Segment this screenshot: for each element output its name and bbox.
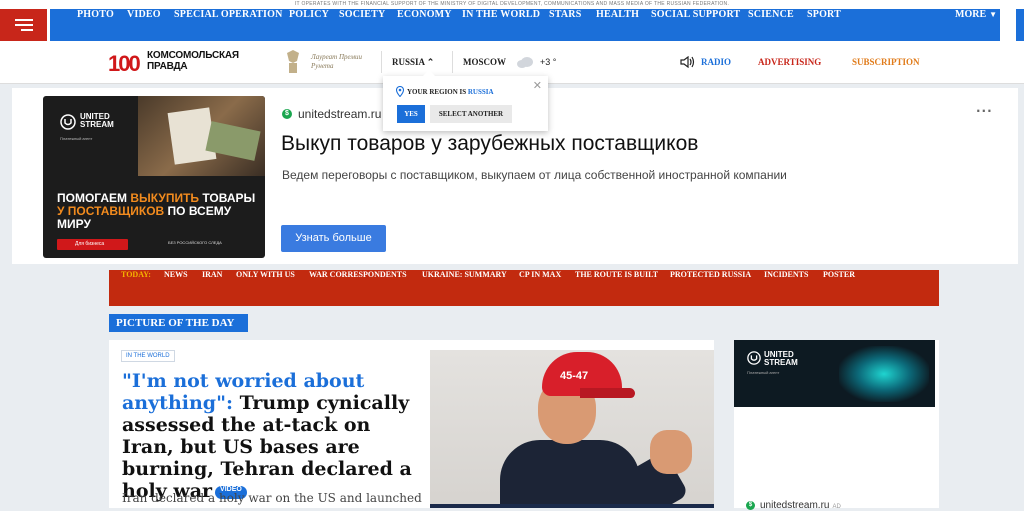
menu-icon[interactable] xyxy=(0,9,47,41)
article-headline[interactable]: "I'm not worried about anything": Trump … xyxy=(122,370,417,502)
nav-more-label: MORE xyxy=(955,9,987,20)
side-ad-glow xyxy=(839,346,929,402)
side-ad[interactable]: UNITED STREAM Платежный агент $ unitedst… xyxy=(734,340,939,511)
ad-domain-icon: $ xyxy=(282,109,292,119)
nav-item-health[interactable]: HEALTH xyxy=(596,9,639,41)
today-item-news[interactable]: NEWS xyxy=(164,270,188,306)
united-stream-logo-icon xyxy=(747,351,761,365)
today-item-cp-in-max[interactable]: CP IN MAX xyxy=(519,270,561,306)
nav-edge xyxy=(1016,9,1024,41)
subscription-link[interactable]: SUBSCRIPTION xyxy=(852,57,920,67)
photo-bottom-bar xyxy=(430,504,714,508)
region-popup: ✕ YOUR REGION IS RUSSIA YES SELECT ANOTH… xyxy=(383,70,548,131)
nav-more[interactable]: MORE ▼ xyxy=(955,9,997,41)
ad-creative-note: БЕЗ РОССИЙСКОГО СЛЕДА xyxy=(168,240,222,245)
side-ad-brand: UNITED STREAM xyxy=(764,350,798,367)
location-pin-icon xyxy=(396,86,404,97)
article-photo[interactable]: 45-47 xyxy=(430,350,714,508)
award-icon xyxy=(287,50,299,73)
ad-brand-sub: Платежный агент xyxy=(60,136,93,141)
ad-headline-highlight: У ПОСТАВЩИКОВ xyxy=(57,204,165,218)
nav-item-sport[interactable]: SPORT xyxy=(807,9,841,41)
nav-item-special-operation[interactable]: SPECIAL OPERATION xyxy=(174,9,283,41)
photo-coat xyxy=(500,440,640,508)
ad-domain[interactable]: unitedstream.ru xyxy=(298,107,381,121)
region-label: RUSSIA xyxy=(392,57,425,67)
side-ad-domain-icon: $ xyxy=(746,501,755,510)
ad-description: Ведем переговоры с поставщиком, выкупаем… xyxy=(282,168,787,182)
side-ad-creative[interactable]: UNITED STREAM Платежный агент xyxy=(734,340,935,407)
region-prompt: YOUR REGION IS RUSSIA xyxy=(407,88,494,96)
nav-item-in-the-world[interactable]: IN THE WORLD xyxy=(462,9,540,41)
ad-headline-highlight: ВЫКУПИТЬ xyxy=(130,191,200,205)
divider xyxy=(452,51,453,73)
close-icon[interactable]: ✕ xyxy=(533,79,542,92)
divider xyxy=(381,51,382,73)
united-stream-logo-icon xyxy=(60,114,76,130)
advertising-link[interactable]: ADVERTISING xyxy=(758,57,821,67)
yes-button[interactable]: YES xyxy=(397,105,425,123)
laureate-text: Лауреат Премии Рунета xyxy=(311,53,362,70)
photo-cap-bill xyxy=(580,388,635,398)
select-another-button[interactable]: SELECT ANOTHER xyxy=(430,105,512,123)
ad-headline-part: ПОМОГАЕМ xyxy=(57,191,131,205)
popup-pointer xyxy=(423,70,435,76)
region-prompt-prefix: YOUR REGION IS xyxy=(407,88,467,96)
temperature: +3 ° xyxy=(540,57,557,67)
nav-item-stars[interactable]: STARS xyxy=(549,9,582,41)
featured-article[interactable]: IN THE WORLD "I'm not worried about anyt… xyxy=(109,340,714,508)
chevron-down-icon: ▼ xyxy=(989,10,998,19)
today-item-poster[interactable]: POSTER xyxy=(823,270,855,306)
nav-item-society[interactable]: SOCIETY xyxy=(339,9,385,41)
region-prompt-value: RUSSIA xyxy=(467,88,494,96)
photo-fist xyxy=(650,430,692,474)
cloud-icon xyxy=(517,57,533,68)
today-bar: TODAY: NEWS IRAN ONLY WITH US WAR CORRES… xyxy=(109,270,939,306)
side-ad-domain[interactable]: unitedstream.ru AD xyxy=(760,500,841,511)
chevron-up-icon: ⌃ xyxy=(426,57,435,67)
today-item-ukraine-summary[interactable]: UKRAINE: SUMMARY xyxy=(422,270,507,306)
nav-item-economy[interactable]: ECONOMY xyxy=(397,9,452,41)
top-notice: IT OPERATES WITH THE FINANCIAL SUPPORT O… xyxy=(0,0,1024,9)
logo-number[interactable]: 100 xyxy=(108,51,141,77)
nav-item-video[interactable]: VIDEO xyxy=(127,9,161,41)
today-item-protected-russia[interactable]: PROTECTED RUSSIA xyxy=(670,270,751,306)
speaker-icon[interactable] xyxy=(680,56,696,68)
today-item-war-correspondents[interactable]: WAR CORRESPONDENTS xyxy=(309,270,407,306)
city-label[interactable]: MOSCOW xyxy=(463,57,506,67)
today-item-route-is-built[interactable]: THE ROUTE IS BUILT xyxy=(575,270,658,306)
today-item-incidents[interactable]: INCIDENTS xyxy=(764,270,808,306)
today-item-iran[interactable]: IRAN xyxy=(202,270,222,306)
ad-brand: UNITED STREAM xyxy=(80,112,114,129)
nav-item-policy[interactable]: POLICY xyxy=(289,9,329,41)
ad-creative[interactable]: UNITED STREAM Платежный агент ПОМОГАЕМ В… xyxy=(43,96,265,258)
ad-tag: AD xyxy=(832,504,841,510)
today-item-only-with-us[interactable]: ONLY WITH US xyxy=(236,270,295,306)
more-options-icon[interactable]: ··· xyxy=(976,104,993,118)
logo-name[interactable]: КОМСОМОЛЬСКАЯ ПРАВДА xyxy=(147,50,277,72)
article-lead: Iran declared a holy war on the US and l… xyxy=(122,491,422,505)
ad-cta-button[interactable]: Узнать больше xyxy=(281,225,386,252)
nav-item-social-support[interactable]: SOCIAL SUPPORT xyxy=(651,9,740,41)
category-tag[interactable]: IN THE WORLD xyxy=(121,350,175,362)
main-nav: PHOTO VIDEO SPECIAL OPERATION POLICY SOC… xyxy=(0,9,1024,41)
ad-title[interactable]: Выкуп товаров у зарубежных поставщиков xyxy=(281,132,698,156)
ad-creative-button[interactable]: Для бизнеса xyxy=(57,239,128,250)
ad-headline-part: ТОВАРЫ xyxy=(199,191,256,205)
section-label: PICTURE OF THE DAY xyxy=(109,314,248,332)
side-ad-brand-sub: Платежный агент xyxy=(747,370,780,375)
photo-cap-text: 45-47 xyxy=(560,370,589,382)
ad-creative-headline: ПОМОГАЕМ ВЫКУПИТЬ ТОВАРЫ У ПОСТАВЩИКОВ П… xyxy=(57,192,257,231)
radio-link[interactable]: RADIO xyxy=(701,57,731,67)
today-label: TODAY: xyxy=(121,270,151,279)
nav-item-photo[interactable]: PHOTO xyxy=(77,9,114,41)
region-selector[interactable]: RUSSIA ⌃ xyxy=(392,57,434,68)
nav-item-science[interactable]: SCIENCE xyxy=(748,9,794,41)
nav-bar: PHOTO VIDEO SPECIAL OPERATION POLICY SOC… xyxy=(50,9,1024,41)
side-ad-domain-text: unitedstream.ru xyxy=(760,500,830,511)
